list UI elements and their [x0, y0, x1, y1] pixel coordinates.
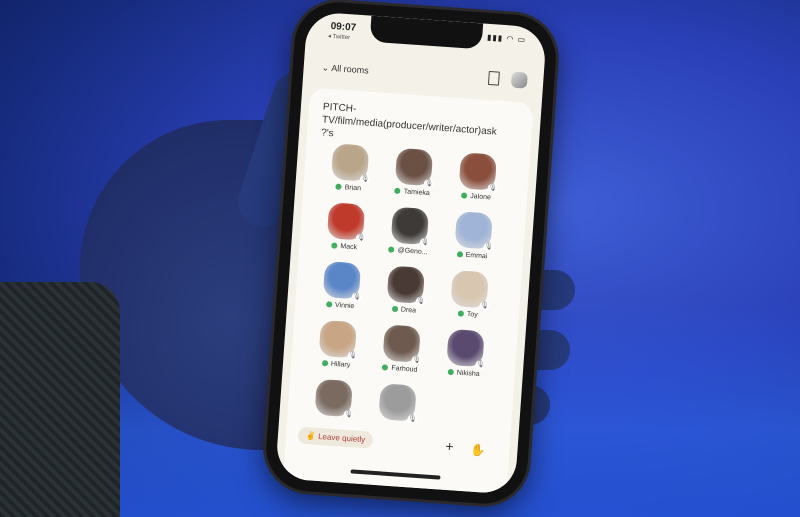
add-icon[interactable]: +	[445, 438, 454, 455]
speaker-tile[interactable]: 🎙 Drea	[373, 265, 438, 316]
speaker-avatar[interactable]: 🎙	[378, 383, 418, 425]
speaker-name-label: Jalone	[470, 193, 492, 202]
speaker-tile[interactable]: 🎙 Mack	[313, 201, 378, 252]
speaker-tile[interactable]: 🎙 Hillary	[305, 319, 370, 370]
status-time: 09:07	[330, 20, 357, 34]
profile-avatar[interactable]	[510, 71, 528, 89]
mic-muted-icon: 🎙	[343, 409, 354, 421]
new-user-dot-icon	[388, 246, 395, 253]
phone: 09:07 ◂ Twitter ▮▮▮ ◠ ▭ ⌄ All rooms PITC…	[263, 0, 559, 507]
speaker-name-label: Tamieka	[403, 188, 430, 198]
all-rooms-label: All rooms	[330, 63, 370, 76]
speaker-grid: 🎙 Brian 🎙 Tamieka 🎙 Jalone 🎙 Mack 🎙 @Geno... 🎙 Emma…	[302, 142, 511, 427]
new-user-dot-icon	[331, 242, 338, 250]
speaker-avatar[interactable]: 🎙	[450, 269, 490, 312]
speaker-name: Hillary	[321, 360, 351, 370]
speaker-name-label: Nikisha	[456, 369, 480, 379]
speaker-name-label: Brian	[344, 184, 362, 193]
speaker-name: Vinnie	[325, 301, 355, 311]
new-user-dot-icon	[394, 187, 401, 195]
speaker-name: Jalone	[461, 192, 491, 201]
speaker-avatar[interactable]: 🎙	[314, 378, 354, 421]
new-user-dot-icon	[447, 369, 454, 376]
mic-muted-icon: 🎙	[475, 359, 486, 371]
back-to-app-link[interactable]: ◂ Twitter	[328, 33, 351, 42]
speaker-name: Farhoud	[382, 364, 418, 374]
mic-muted-icon: 🎙	[359, 174, 371, 185]
phone-screen: 09:07 ◂ Twitter ▮▮▮ ◠ ▭ ⌄ All rooms PITC…	[274, 11, 548, 495]
notch	[369, 15, 484, 50]
speaker-avatar[interactable]: 🎙	[446, 328, 486, 371]
mic-muted-icon: 🎙	[479, 300, 490, 312]
speaker-tile[interactable]: 🎙 Toy	[437, 269, 502, 320]
speaker-name-label: Drea	[400, 306, 417, 315]
new-user-dot-icon	[321, 360, 329, 367]
leave-quietly-button[interactable]: ✌ Leave quietly	[297, 426, 374, 449]
all-rooms-button[interactable]: ⌄ All rooms	[321, 62, 369, 76]
speaker-avatar[interactable]: 🎙	[386, 265, 426, 308]
mic-muted-icon: 🎙	[483, 242, 494, 253]
mic-muted-icon: 🎙	[423, 178, 435, 190]
mic-muted-icon: 🎙	[415, 296, 426, 308]
speaker-name: Tamieka	[394, 187, 430, 198]
speaker-avatar[interactable]: 🎙	[390, 206, 431, 249]
speaker-tile[interactable]: 🎙 Jalone	[445, 151, 510, 202]
mic-muted-icon: 🎙	[411, 355, 422, 366]
mic-muted-icon: 🎙	[419, 237, 431, 249]
speaker-avatar[interactable]: 🎙	[458, 152, 499, 194]
mic-muted-icon: 🎙	[487, 183, 499, 194]
speaker-tile[interactable]: 🎙 Tamieka	[381, 147, 446, 198]
nav-actions	[487, 70, 528, 89]
speaker-name-label: Emmai	[465, 251, 488, 261]
mic-muted-icon: 🎙	[351, 291, 363, 303]
speaker-tile[interactable]: 🎙 @Geno...	[377, 206, 442, 257]
speaker-name: Toy	[457, 310, 479, 319]
speaker-name-label: Farhoud	[391, 364, 418, 374]
speaker-name-label: Mack	[340, 243, 358, 252]
speaker-avatar[interactable]: 🎙	[326, 202, 367, 244]
mic-muted-icon: 🎙	[407, 414, 418, 425]
new-user-dot-icon	[382, 364, 389, 371]
speaker-name: @Geno...	[388, 246, 428, 257]
speaker-tile[interactable]: 🎙 Nikisha	[433, 328, 498, 379]
speaker-name: Brian	[335, 183, 362, 193]
mic-muted-icon: 🎙	[355, 233, 367, 244]
status-icons: ▮▮▮ ◠ ▭	[486, 32, 527, 45]
room-card: PITCH- TV/film/media(producer/writer/act…	[282, 87, 534, 495]
speaker-tile[interactable]: 🎙 Vinnie	[309, 260, 374, 311]
speaker-name-label: Hillary	[330, 360, 351, 370]
speaker-avatar[interactable]: 🎙	[394, 147, 435, 190]
new-user-dot-icon	[335, 183, 342, 191]
speaker-tile[interactable]: 🎙	[302, 378, 366, 421]
new-user-dot-icon	[325, 301, 333, 308]
raise-hand-icon[interactable]: ✋	[470, 443, 486, 458]
speaker-avatar[interactable]: 🎙	[318, 319, 358, 362]
sleeve	[0, 282, 120, 517]
new-user-dot-icon	[391, 305, 399, 313]
new-user-dot-icon	[457, 310, 465, 317]
speaker-name-label: @Geno...	[397, 247, 428, 257]
speaker-name: Mack	[331, 242, 357, 251]
new-user-dot-icon	[456, 251, 463, 258]
speaker-name: Nikisha	[447, 369, 480, 379]
document-icon[interactable]	[487, 70, 500, 86]
speaker-avatar[interactable]: 🎙	[330, 143, 371, 185]
home-indicator	[350, 469, 441, 480]
new-user-dot-icon	[461, 192, 468, 199]
chevron-down-icon: ⌄	[321, 62, 330, 73]
speaker-tile[interactable]: 🎙	[365, 382, 429, 425]
speaker-name-label: Vinnie	[334, 301, 355, 311]
speaker-tile[interactable]: 🎙 Brian	[317, 142, 382, 193]
speaker-tile[interactable]: 🎙 Emmai	[441, 210, 506, 261]
mic-muted-icon: 🎙	[347, 350, 358, 362]
speaker-avatar[interactable]: 🎙	[322, 261, 363, 303]
speaker-name: Drea	[391, 305, 417, 315]
speaker-name: Emmai	[456, 251, 488, 261]
speaker-avatar[interactable]: 🎙	[454, 211, 494, 253]
speaker-name-label: Toy	[466, 311, 479, 319]
speaker-avatar[interactable]: 🎙	[382, 324, 422, 366]
speaker-tile[interactable]: 🎙 Farhoud	[369, 323, 434, 374]
